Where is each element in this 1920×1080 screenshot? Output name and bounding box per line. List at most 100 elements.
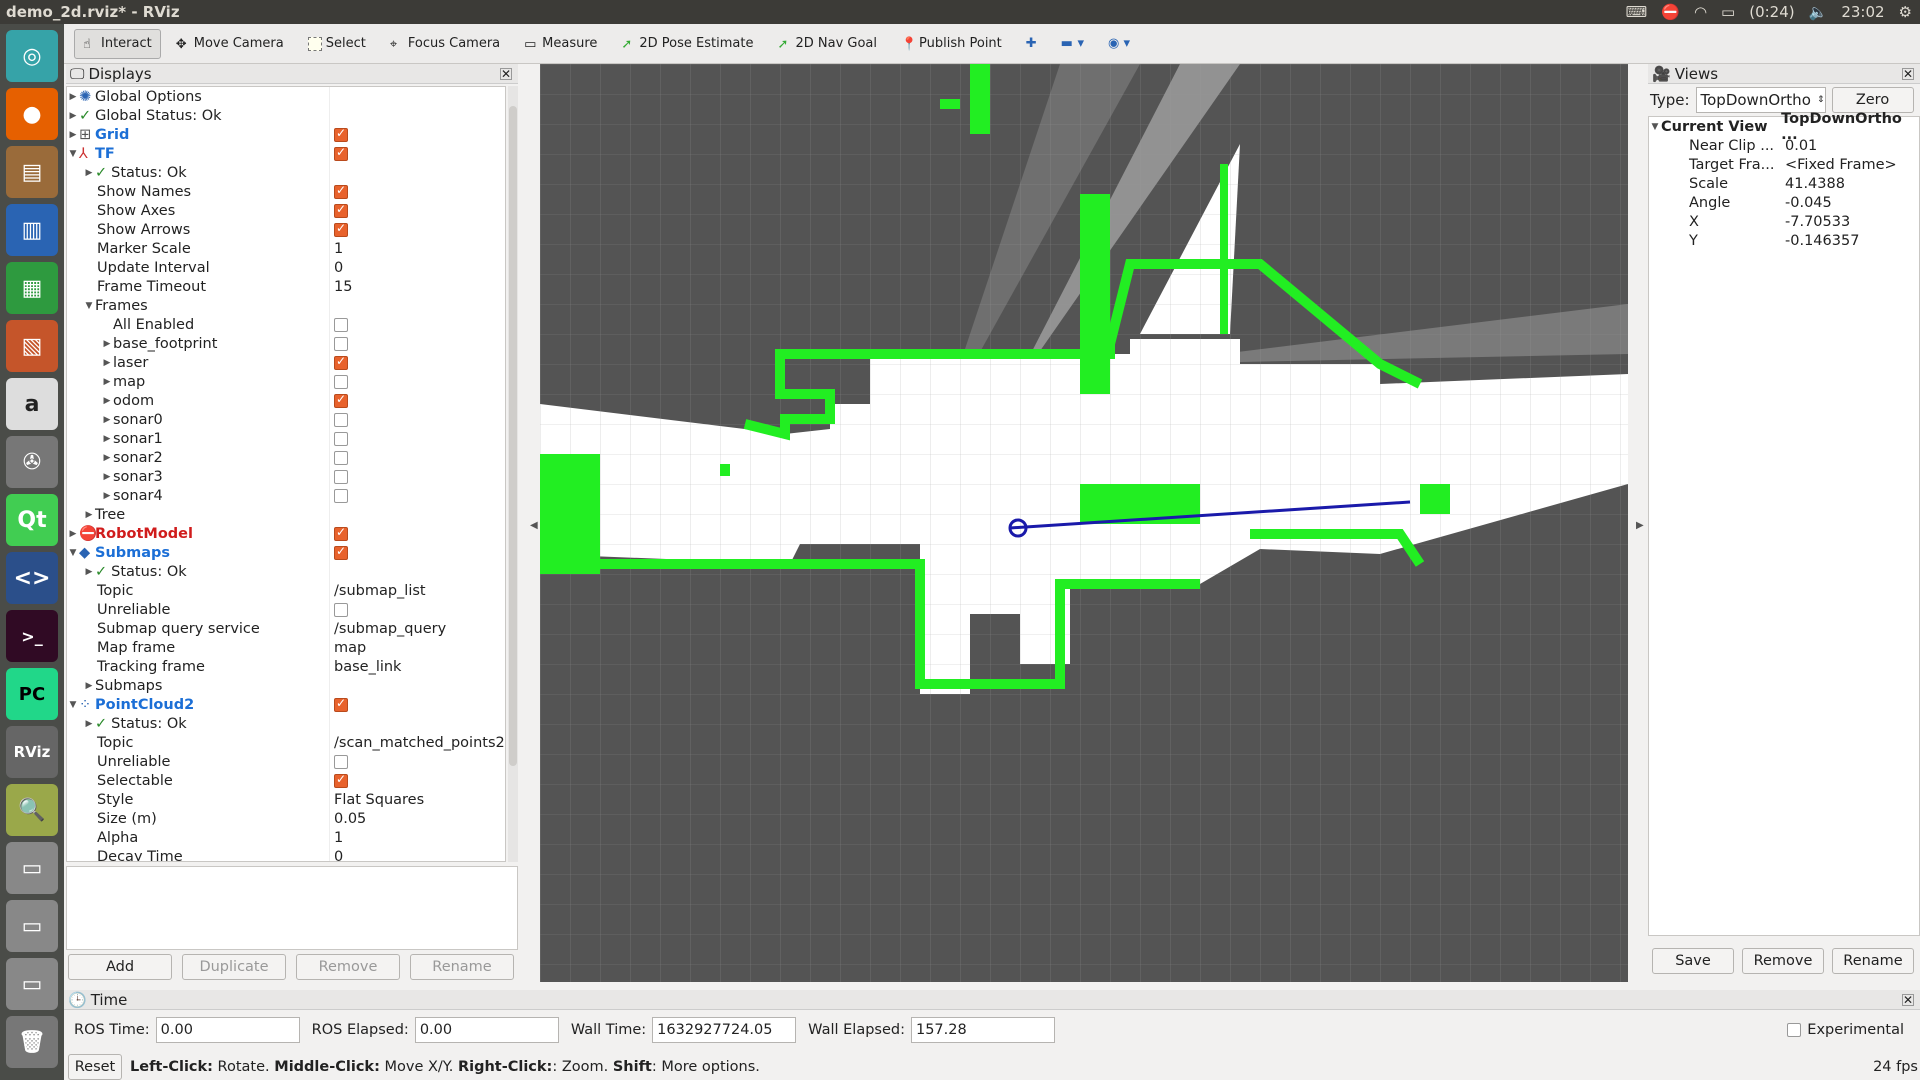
code-icon[interactable]: <> <box>6 552 58 604</box>
robotmodel-enabled-checkbox[interactable] <box>334 525 348 541</box>
checkbox[interactable] <box>334 202 348 218</box>
tree-row[interactable]: ▶ ⊞ Grid <box>67 125 505 144</box>
tree-row[interactable]: Unreliable <box>67 752 505 771</box>
duplicate-button[interactable]: Duplicate <box>182 954 286 980</box>
checkbox[interactable] <box>334 354 348 370</box>
checkbox[interactable] <box>334 374 348 389</box>
ubuntu-icon[interactable]: ◎ <box>6 30 58 82</box>
tree-row[interactable]: ▶ sonar3 <box>67 467 505 486</box>
remove-view-button[interactable]: Remove <box>1742 948 1824 974</box>
add-tool-button[interactable]: ✚ <box>1017 29 1046 59</box>
tree-row[interactable]: ▶ Tree <box>67 505 505 524</box>
grid-enabled-checkbox[interactable] <box>334 126 348 142</box>
tree-row[interactable]: Show Axes <box>67 201 505 220</box>
checkbox[interactable] <box>334 412 348 427</box>
impress-icon[interactable]: ▧ <box>6 320 58 372</box>
tree-row[interactable]: ▼ Frames <box>67 296 505 315</box>
tree-row[interactable]: ▶ odom <box>67 391 505 410</box>
tree-row[interactable]: ▶ sonar0 <box>67 410 505 429</box>
wall-time-input[interactable]: 1632927724.05 <box>652 1017 797 1043</box>
tree-row[interactable]: ▶ Submaps <box>67 676 505 695</box>
tree-row[interactable]: ▼ ⅄ TF <box>67 144 505 163</box>
checkbox[interactable] <box>334 450 348 465</box>
checkbox[interactable] <box>334 221 348 237</box>
checkbox[interactable] <box>334 336 348 351</box>
save-button[interactable]: Save <box>1652 948 1734 974</box>
tree-row[interactable]: Frame Timeout 15 <box>67 277 505 296</box>
tree-row[interactable]: ▶ ✓ Global Status: Ok <box>67 106 505 125</box>
ros-time-input[interactable]: 0.00 <box>155 1017 300 1043</box>
add-button[interactable]: Add <box>68 954 172 980</box>
tree-row[interactable]: Topic/scan_matched_points2 <box>67 733 505 752</box>
battery-icon[interactable]: ▭ <box>1721 3 1735 21</box>
displays-scrollbar[interactable] <box>508 86 518 862</box>
view-prop-row[interactable]: Angle -0.045 <box>1649 193 1919 212</box>
publish-point-tool[interactable]: 📍 Publish Point <box>892 29 1011 59</box>
current-view-row[interactable]: ▼ Current View TopDownOrtho ... <box>1649 111 1919 143</box>
view-options-button[interactable]: ◉ ▾ <box>1099 29 1139 59</box>
focus-camera-tool[interactable]: ⌖ Focus Camera <box>381 29 509 59</box>
scrollbar-thumb[interactable] <box>509 106 517 766</box>
rename-button[interactable]: Rename <box>410 954 514 980</box>
files-icon[interactable]: ▤ <box>6 146 58 198</box>
tree-row[interactable]: ▶ sonar2 <box>67 448 505 467</box>
tree-row[interactable]: Size (m) 0.05 <box>67 809 505 828</box>
disk-icon[interactable]: ▭ <box>6 958 58 1010</box>
tree-row[interactable]: ▶ ⛔ RobotModel <box>67 524 505 543</box>
close-icon[interactable]: ✕ <box>500 67 512 81</box>
clock[interactable]: 23:02 <box>1841 3 1884 21</box>
view-type-select[interactable]: TopDownOrtho ⇕ <box>1695 87 1826 113</box>
checkbox[interactable] <box>334 469 348 484</box>
tree-row[interactable]: ▶ ✓ Status: Ok <box>67 714 505 733</box>
battery-status[interactable]: (0:24) <box>1749 3 1794 21</box>
interact-tool[interactable]: ☝ Interact <box>74 28 161 59</box>
pointcloud-enabled-checkbox[interactable] <box>334 696 348 712</box>
zero-button[interactable]: Zero <box>1831 87 1914 113</box>
tree-row[interactable]: Selectable <box>67 771 505 790</box>
tree-row[interactable]: Unreliable <box>67 600 505 619</box>
tree-row[interactable]: ▶ laser <box>67 353 505 372</box>
tree-row[interactable]: ▶ ✓ Status: Ok <box>67 163 505 182</box>
viewer-icon[interactable]: 🔍 <box>6 784 58 836</box>
keyboard-icon[interactable]: ⌨ <box>1626 3 1648 21</box>
tree-row[interactable]: ▶ map <box>67 372 505 391</box>
tree-row[interactable]: ▶ ✓ Status: Ok <box>67 562 505 581</box>
checkbox[interactable] <box>334 602 348 617</box>
trash-icon[interactable]: 🗑 <box>6 1016 58 1068</box>
checkbox[interactable] <box>334 754 348 769</box>
submaps-enabled-checkbox[interactable] <box>334 544 348 560</box>
checkbox[interactable] <box>334 317 348 332</box>
terminal-icon[interactable]: >_ <box>6 610 58 662</box>
tree-row[interactable]: Alpha 1 <box>67 828 505 847</box>
checkbox[interactable] <box>334 183 348 199</box>
remove-tool-button[interactable]: ▬ ▾ <box>1052 29 1093 59</box>
calc-icon[interactable]: ▦ <box>6 262 58 314</box>
render-viewport[interactable] <box>540 64 1628 982</box>
tree-row[interactable]: ▶ ✺ Global Options <box>67 87 505 106</box>
settings-icon[interactable]: ✇ <box>6 436 58 488</box>
rename-view-button[interactable]: Rename <box>1832 948 1914 974</box>
view-prop-row[interactable]: Target Fra... <Fixed Frame> <box>1649 155 1919 174</box>
view-prop-row[interactable]: X -7.70533 <box>1649 212 1919 231</box>
tree-row[interactable]: Marker Scale 1 <box>67 239 505 258</box>
qt-icon[interactable]: Qt <box>6 494 58 546</box>
checkbox[interactable] <box>334 392 348 408</box>
firefox-icon[interactable]: ● <box>6 88 58 140</box>
checkbox[interactable] <box>334 488 348 503</box>
amazon-icon[interactable]: a <box>6 378 58 430</box>
wall-elapsed-input[interactable]: 157.28 <box>910 1017 1055 1043</box>
tree-row[interactable]: Show Arrows <box>67 220 505 239</box>
remove-button[interactable]: Remove <box>296 954 400 980</box>
disk-icon[interactable]: ▭ <box>6 842 58 894</box>
measure-tool[interactable]: ▭ Measure <box>515 29 606 59</box>
tree-row[interactable]: Show Names <box>67 182 505 201</box>
disk-icon[interactable]: ▭ <box>6 900 58 952</box>
move-camera-tool[interactable]: ✥ Move Camera <box>167 29 293 59</box>
pycharm-icon[interactable]: PC <box>6 668 58 720</box>
writer-icon[interactable]: ▥ <box>6 204 58 256</box>
tree-row[interactable]: Submap query service/submap_query <box>67 619 505 638</box>
experimental-checkbox[interactable] <box>1787 1023 1802 1037</box>
tree-row[interactable]: ▼ ◆ Submaps <box>67 543 505 562</box>
select-tool[interactable]: Select <box>299 29 375 59</box>
tree-row[interactable]: ▶ base_footprint <box>67 334 505 353</box>
